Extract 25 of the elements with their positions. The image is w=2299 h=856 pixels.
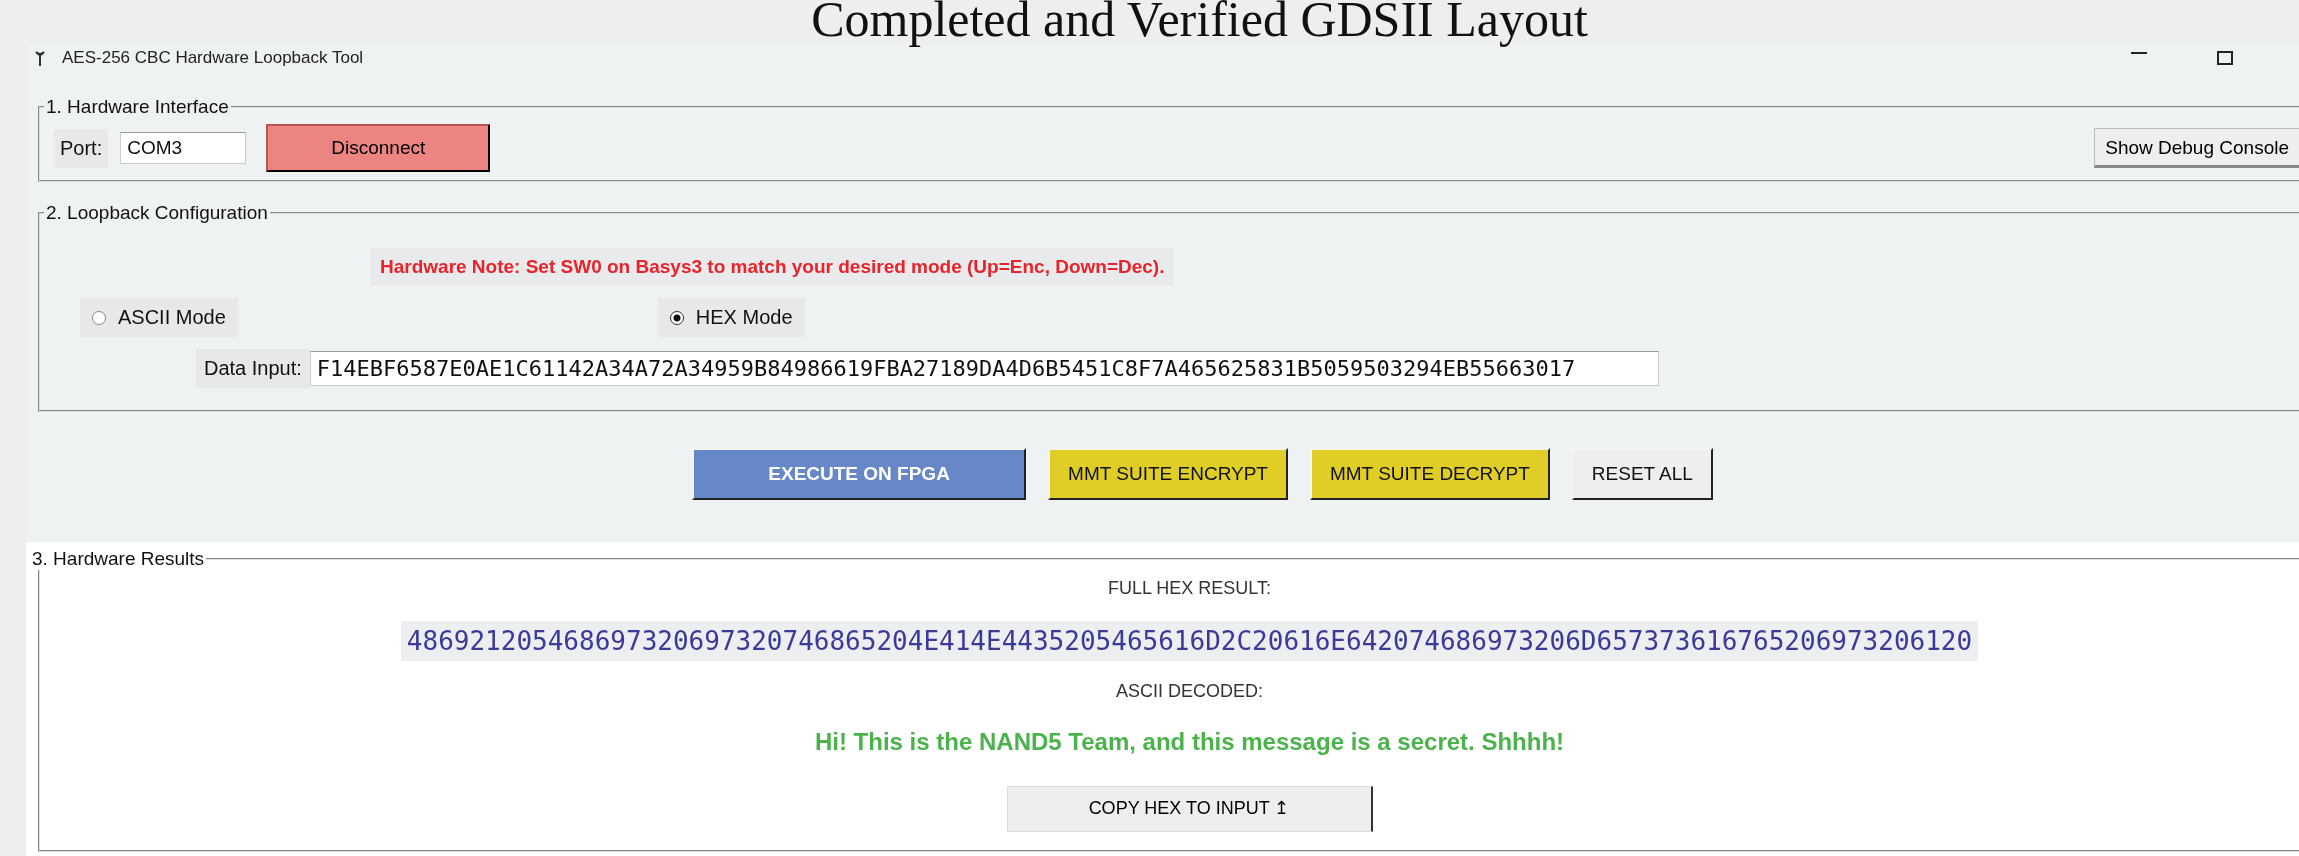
disconnect-button[interactable]: Disconnect [266, 124, 491, 172]
port-field[interactable]: COM3 [120, 132, 247, 164]
data-input-field[interactable]: F14EBF6587E0AE1C61142A34A72A34959B84986619FBA27189DA4D6B5451C8F7A465625831B5059503294EB55663017 [309, 351, 1659, 386]
section-legend: 1. Hardware Interface [44, 96, 231, 118]
action-button[interactable]: EXECUTE ON FPGA [692, 448, 1027, 500]
hardware-note: Hardware Note: Set SW0 on Basys3 to match your desired mode (Up=Enc, Down=Dec). [370, 248, 1175, 286]
port-label: Port: [54, 128, 109, 168]
decoded-message: Hi! This is the NAND5 Team, and this message is a secret. Shhhh! [814, 728, 1565, 756]
ascii-decoded-label: ASCII DECODED: [1116, 681, 1263, 702]
copy-hex-button[interactable]: COPY HEX TO INPUT ↥ [1006, 786, 1373, 832]
hex-result-value: 486921205468697320697320746865204E414E4435205465616D2C20616E642074686973206D657373616765206973206120 [400, 621, 1979, 661]
debug-console-button[interactable]: Show Debug Console [2094, 128, 2299, 168]
feather-icon [34, 50, 46, 66]
window-title: AES-256 CBC Hardware Loopback Tool [62, 48, 365, 68]
maximize-icon[interactable] [2217, 51, 2233, 65]
data-input-label: Data Input: [196, 349, 310, 388]
radio-button[interactable] [669, 310, 684, 325]
radio-button[interactable] [92, 310, 106, 325]
hex-result-label: FULL HEX RESULT: [1107, 578, 1271, 599]
section-legend: 2. Loopback Configuration [44, 202, 270, 224]
action-button[interactable]: MMT SUITE DECRYPT [1309, 448, 1550, 500]
action-button[interactable]: RESET ALL [1571, 448, 1713, 500]
minimize-icon[interactable] [2131, 51, 2147, 55]
section-legend: 3. Hardware Results [30, 548, 207, 570]
action-button[interactable]: MMT SUITE ENCRYPT [1048, 448, 1288, 500]
